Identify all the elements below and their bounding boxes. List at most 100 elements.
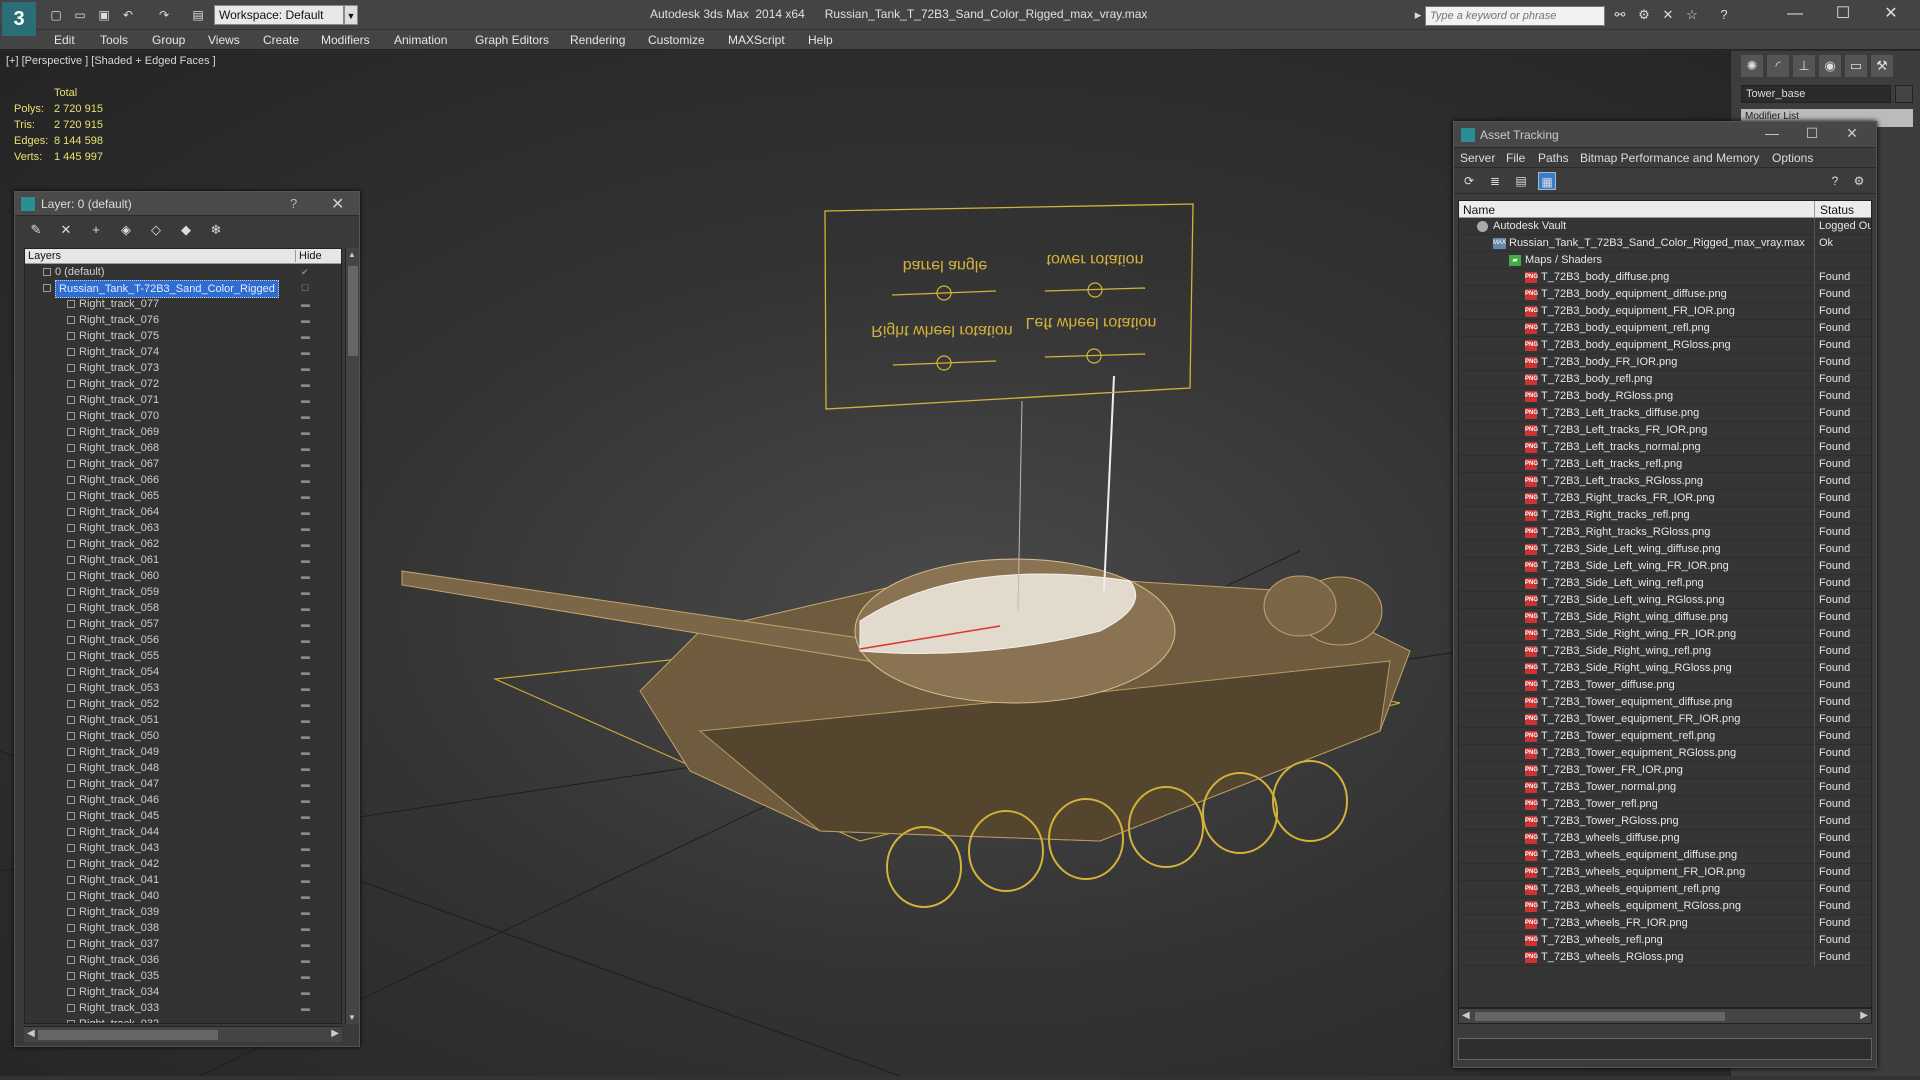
hierarchy-tab-icon[interactable]: ⊥ <box>1793 55 1815 77</box>
layer-object-row[interactable]: Right_track_051 ▬ <box>25 712 341 728</box>
add-to-layer-icon[interactable]: + <box>87 221 105 239</box>
asset-row[interactable]: PNG T_72B3_wheels_diffuse.png Found <box>1459 830 1871 847</box>
menu-group[interactable]: Group <box>152 33 185 47</box>
utilities-tab-icon[interactable]: ⚒ <box>1871 55 1893 77</box>
layer-object-row[interactable]: Right_track_065 ▬ <box>25 488 341 504</box>
favorites-star-icon[interactable]: ☆ <box>1682 6 1702 24</box>
object-color-swatch[interactable] <box>1895 85 1913 103</box>
help-icon[interactable]: ? <box>1714 6 1734 24</box>
layer-object-row[interactable]: Right_track_041 ▬ <box>25 872 341 888</box>
layer-object-row[interactable]: Right_track_046 ▬ <box>25 792 341 808</box>
layer-horizontal-scrollbar[interactable]: ◀ ▶ <box>24 1026 342 1042</box>
maximize-icon[interactable]: ☐ <box>1823 2 1863 26</box>
hide-toggle-icon[interactable]: ▬ <box>301 488 310 504</box>
asset-row[interactable]: PNG T_72B3_Tower_equipment_refl.png Found <box>1459 728 1871 745</box>
hide-toggle-icon[interactable]: ☐ <box>301 280 309 296</box>
refresh-icon[interactable]: ⟳ <box>1460 172 1478 190</box>
layer-object-row[interactable]: Right_track_075 ▬ <box>25 328 341 344</box>
layer-object-row[interactable]: Right_track_040 ▬ <box>25 888 341 904</box>
layer-object-row[interactable]: Right_track_050 ▬ <box>25 728 341 744</box>
asset-row[interactable]: PNG T_72B3_Tower_refl.png Found <box>1459 796 1871 813</box>
asset-row[interactable]: PNG T_72B3_Side_Left_wing_refl.png Found <box>1459 575 1871 592</box>
motion-tab-icon[interactable]: ◉ <box>1819 55 1841 77</box>
hide-toggle-icon[interactable]: ▬ <box>301 520 310 536</box>
workspace-dropdown[interactable]: Workspace: Default <box>214 5 344 25</box>
layer-object-row[interactable]: Right_track_049 ▬ <box>25 744 341 760</box>
asset-row[interactable]: PNG T_72B3_Tower_equipment_RGloss.png Foun… <box>1459 745 1871 762</box>
hide-toggle-icon[interactable]: ▬ <box>301 872 310 888</box>
hide-toggle-icon[interactable]: ▬ <box>301 664 310 680</box>
asset-menu-bitmap-performance[interactable]: Bitmap Performance and Memory <box>1580 151 1759 165</box>
maximize-icon[interactable]: ☐ <box>1800 125 1824 145</box>
layer-object-row[interactable]: Right_track_042 ▬ <box>25 856 341 872</box>
asset-row[interactable]: PNG T_72B3_body_equipment_refl.png Found <box>1459 320 1871 337</box>
layer-object-row[interactable]: Right_track_059 ▬ <box>25 584 341 600</box>
asset-menu-server[interactable]: Server <box>1460 151 1495 165</box>
layer-object-row[interactable]: Right_track_034 ▬ <box>25 984 341 1000</box>
asset-row[interactable]: PNG T_72B3_Left_tracks_diffuse.png Found <box>1459 405 1871 422</box>
layer-object-row[interactable]: Right_track_053 ▬ <box>25 680 341 696</box>
hide-toggle-icon[interactable]: ▬ <box>301 824 310 840</box>
asset-row[interactable]: PNG T_72B3_Tower_normal.png Found <box>1459 779 1871 796</box>
layer-object-row[interactable]: Right_track_071 ▬ <box>25 392 341 408</box>
hide-toggle-icon[interactable]: ▬ <box>301 888 310 904</box>
hide-toggle-icon[interactable]: ▬ <box>301 296 310 312</box>
asset-row[interactable]: PNG T_72B3_body_refl.png Found <box>1459 371 1871 388</box>
layer-object-row[interactable]: Right_track_052 ▬ <box>25 696 341 712</box>
layer-object-row[interactable]: Right_track_058 ▬ <box>25 600 341 616</box>
layer-object-row[interactable]: Right_track_063 ▬ <box>25 520 341 536</box>
layer-object-row[interactable]: Right_track_045 ▬ <box>25 808 341 824</box>
asset-row[interactable]: PNG T_72B3_Left_tracks_FR_IOR.png Found <box>1459 422 1871 439</box>
object-name-field[interactable]: Tower_base <box>1741 85 1891 103</box>
hide-toggle-icon[interactable]: ▬ <box>301 856 310 872</box>
layer-object-row[interactable]: Right_track_038 ▬ <box>25 920 341 936</box>
hide-toggle-icon[interactable]: ▬ <box>301 728 310 744</box>
hide-toggle-icon[interactable]: ▬ <box>301 344 310 360</box>
asset-row[interactable]: MAX Russian_Tank_T_72B3_Sand_Color_Rigged… <box>1459 235 1871 252</box>
asset-row[interactable]: PNG T_72B3_Side_Left_wing_FR_IOR.png Found <box>1459 558 1871 575</box>
menu-modifiers[interactable]: Modifiers <box>321 33 370 47</box>
layer-object-row[interactable]: Right_track_035 ▬ <box>25 968 341 984</box>
hide-toggle-icon[interactable]: ▬ <box>301 584 310 600</box>
layer-object-row[interactable]: Right_track_057 ▬ <box>25 616 341 632</box>
menu-create[interactable]: Create <box>263 33 299 47</box>
asset-horizontal-scrollbar[interactable]: ◀ ▶ <box>1458 1008 1872 1024</box>
hide-toggle-icon[interactable]: ▬ <box>301 312 310 328</box>
hide-toggle-icon[interactable]: ▬ <box>301 632 310 648</box>
delete-layer-icon[interactable]: ✕ <box>57 221 75 239</box>
layer-object-row[interactable]: Right_track_036 ▬ <box>25 952 341 968</box>
asset-row[interactable]: PNG T_72B3_body_diffuse.png Found <box>1459 269 1871 286</box>
layer-object-row[interactable]: Right_track_076 ▬ <box>25 312 341 328</box>
asset-row[interactable]: PNG T_72B3_Left_tracks_normal.png Found <box>1459 439 1871 456</box>
hide-toggle-icon[interactable]: ▬ <box>301 968 310 984</box>
hide-toggle-icon[interactable]: ▬ <box>301 600 310 616</box>
layer-row[interactable]: Russian_Tank_T-72B3_Sand_Color_Rigged ☐ <box>25 280 341 298</box>
asset-row[interactable]: PNG T_72B3_wheels_equipment_refl.png Found <box>1459 881 1871 898</box>
hide-toggle-icon[interactable]: ▬ <box>301 552 310 568</box>
col-hide[interactable]: Hide <box>295 250 327 262</box>
layer-object-row[interactable]: Right_track_073 ▬ <box>25 360 341 376</box>
asset-menu-file[interactable]: File <box>1506 151 1525 165</box>
asset-row[interactable]: PNG T_72B3_Side_Right_wing_FR_IOR.png Foun… <box>1459 626 1871 643</box>
asset-row[interactable]: ▰ Maps / Shaders <box>1459 252 1871 269</box>
asset-row[interactable]: PNG T_72B3_Left_tracks_RGloss.png Found <box>1459 473 1871 490</box>
layer-object-row[interactable]: Right_track_032 ▬ <box>25 1016 341 1023</box>
layer-object-row[interactable]: Right_track_068 ▬ <box>25 440 341 456</box>
thumbnail-view-icon[interactable]: ▤ <box>1512 172 1530 190</box>
freeze-all-icon[interactable]: ❄ <box>207 221 225 239</box>
layer-object-row[interactable]: Right_track_066 ▬ <box>25 472 341 488</box>
rig-control-board[interactable]: barrel angle tower rotation Right wheel … <box>824 203 1194 410</box>
layer-object-row[interactable]: Right_track_037 ▬ <box>25 936 341 952</box>
hide-toggle-icon[interactable]: ▬ <box>301 648 310 664</box>
new-layer-icon[interactable]: ✎ <box>27 221 45 239</box>
table-view-icon[interactable]: ▦ <box>1538 172 1556 190</box>
asset-row[interactable]: PNG T_72B3_Right_tracks_FR_IOR.png Found <box>1459 490 1871 507</box>
asset-row[interactable]: PNG T_72B3_wheels_equipment_diffuse.png Fo… <box>1459 847 1871 864</box>
hide-toggle-icon[interactable]: ▬ <box>301 504 310 520</box>
hide-toggle-icon[interactable]: ▬ <box>301 904 310 920</box>
layer-object-row[interactable]: Right_track_062 ▬ <box>25 536 341 552</box>
asset-table[interactable]: Name Status Autodesk Vault Logged Ou MAX Ru… <box>1458 200 1872 1008</box>
hide-toggle-icon[interactable]: ▬ <box>301 696 310 712</box>
asset-row[interactable]: Autodesk Vault Logged Ou <box>1459 218 1871 235</box>
col-layers[interactable]: Layers <box>28 250 61 262</box>
